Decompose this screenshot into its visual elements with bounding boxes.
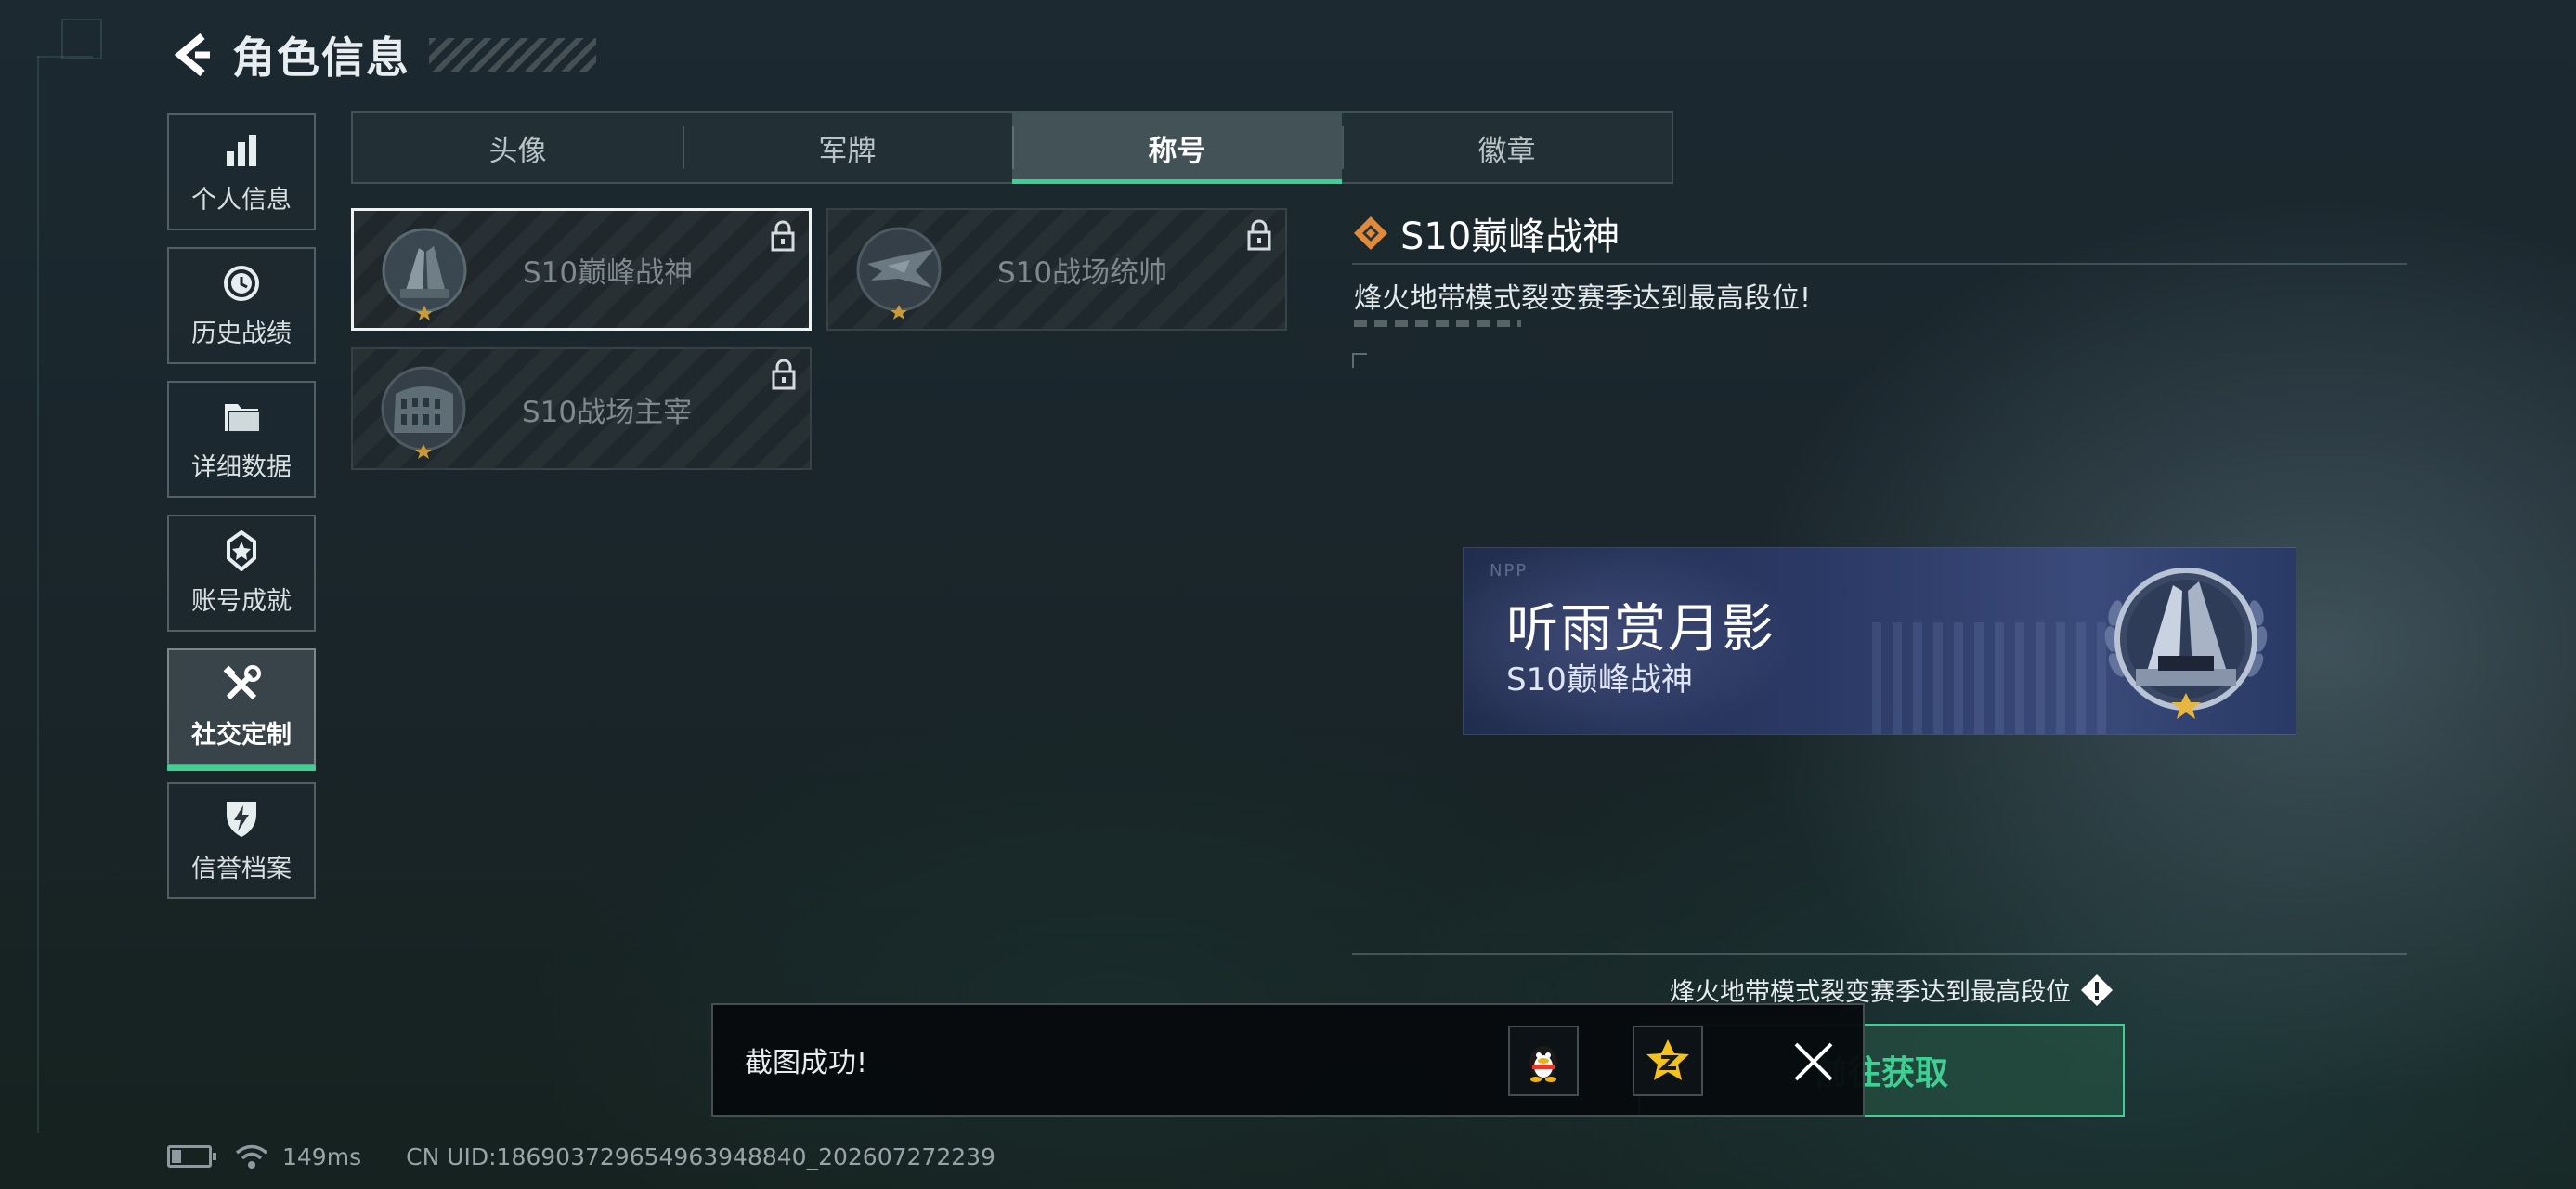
sidebar-item-label: 信誉档案 xyxy=(191,854,292,883)
sidebar-item-achievements[interactable]: 账号成就 xyxy=(167,515,316,632)
tab-badge[interactable]: 徽章 xyxy=(1342,113,1672,182)
bar-chart-icon xyxy=(221,129,262,170)
sidebar-item-label: 账号成就 xyxy=(191,586,292,616)
page-title: 角色信息 xyxy=(232,33,410,83)
sidebar-item-reputation[interactable]: 信誉档案 xyxy=(167,782,316,899)
folder-icon xyxy=(221,397,262,438)
title-card-label: S10巅峰战神 xyxy=(523,255,694,290)
tab-bar: 头像 军牌 称号 徽章 xyxy=(351,111,1673,184)
history-clock-icon xyxy=(221,263,262,304)
title-card-label: S10战场主宰 xyxy=(522,395,693,429)
sidebar-item-label: 详细数据 xyxy=(191,452,292,482)
title-card-s10-dominator[interactable]: S10战场主宰 xyxy=(351,347,812,470)
battery-icon xyxy=(167,1145,216,1168)
sidebar-item-label: 历史战绩 xyxy=(191,319,292,348)
sidebar-item-social-custom[interactable]: 社交定制 xyxy=(167,648,316,771)
sidebar-item-detailed-data[interactable]: 详细数据 xyxy=(167,381,316,498)
lock-icon xyxy=(770,220,796,252)
tab-dogtag[interactable]: 军牌 xyxy=(683,113,1012,182)
colosseum-emblem-icon xyxy=(375,362,472,459)
preview-divider xyxy=(1352,953,2407,955)
detail-divider xyxy=(1352,263,2407,265)
jet-emblem-icon xyxy=(851,223,947,320)
nameplate-logo: NPP xyxy=(1490,561,1529,581)
tools-icon xyxy=(221,664,262,705)
player-title: S10巅峰战神 xyxy=(1506,661,1693,699)
screenshot-toast: 截图成功! xyxy=(711,1003,1865,1117)
wifi-icon xyxy=(234,1143,269,1170)
sidebar-item-label: 社交定制 xyxy=(191,720,292,750)
title-decoration xyxy=(429,38,596,72)
medal-icon xyxy=(221,529,262,571)
lock-icon xyxy=(771,359,797,390)
frame-corner-box xyxy=(61,19,102,59)
sidebar-item-history[interactable]: 历史战绩 xyxy=(167,247,316,364)
toast-message: 截图成功! xyxy=(745,1047,868,1079)
title-card-s10-peak-war-god[interactable]: S10巅峰战神 xyxy=(351,208,812,331)
page-header: 角色信息 xyxy=(167,22,596,87)
diamond-icon xyxy=(1352,215,1389,252)
share-qq-button[interactable] xyxy=(1508,1026,1579,1096)
frame-corner xyxy=(1352,353,1367,368)
sidebar-item-label: 个人信息 xyxy=(191,185,292,215)
user-uid: CN UID:186903729654963948840_20260727223… xyxy=(406,1143,995,1170)
tab-avatar[interactable]: 头像 xyxy=(353,113,683,182)
sidebar-item-personal-info[interactable]: 个人信息 xyxy=(167,113,316,230)
share-qzone-button[interactable] xyxy=(1633,1026,1703,1096)
status-bar: 149ms CN UID:186903729654963948840_20260… xyxy=(167,1135,995,1178)
peak-emblem-large-icon xyxy=(2095,554,2277,730)
lock-icon xyxy=(1246,219,1272,251)
close-icon[interactable] xyxy=(1781,1029,1846,1094)
nameplate-preview: NPP 听雨赏月影 S10巅峰战神 xyxy=(1464,548,2296,734)
detail-header: S10巅峰战神 xyxy=(1352,206,1620,260)
detail-decoration xyxy=(1354,320,1521,327)
qq-penguin-icon xyxy=(1529,1046,1557,1082)
info-diamond-icon[interactable] xyxy=(2080,973,2114,1007)
sidebar: 个人信息 历史战绩 详细数据 账号成就 社交定制 信誉档案 xyxy=(167,113,318,916)
nameplate-background-art xyxy=(1872,622,2114,734)
peak-emblem-icon xyxy=(376,224,473,320)
title-card-s10-commander[interactable]: S10战场统帅 xyxy=(826,208,1287,331)
ping-readout: 149ms xyxy=(282,1143,362,1170)
tab-title[interactable]: 称号 xyxy=(1012,113,1342,184)
title-card-label: S10战场统帅 xyxy=(997,255,1168,290)
back-arrow-icon[interactable] xyxy=(167,29,219,81)
qzone-star-icon xyxy=(1646,1039,1689,1080)
detail-description: 烽火地带模式裂变赛季达到最高段位! xyxy=(1354,282,1812,315)
player-name: 听雨赏月影 xyxy=(1506,599,1776,660)
frame-line-left xyxy=(37,56,39,1133)
shield-lightning-icon xyxy=(221,798,262,839)
detail-title: S10巅峰战神 xyxy=(1400,216,1620,258)
